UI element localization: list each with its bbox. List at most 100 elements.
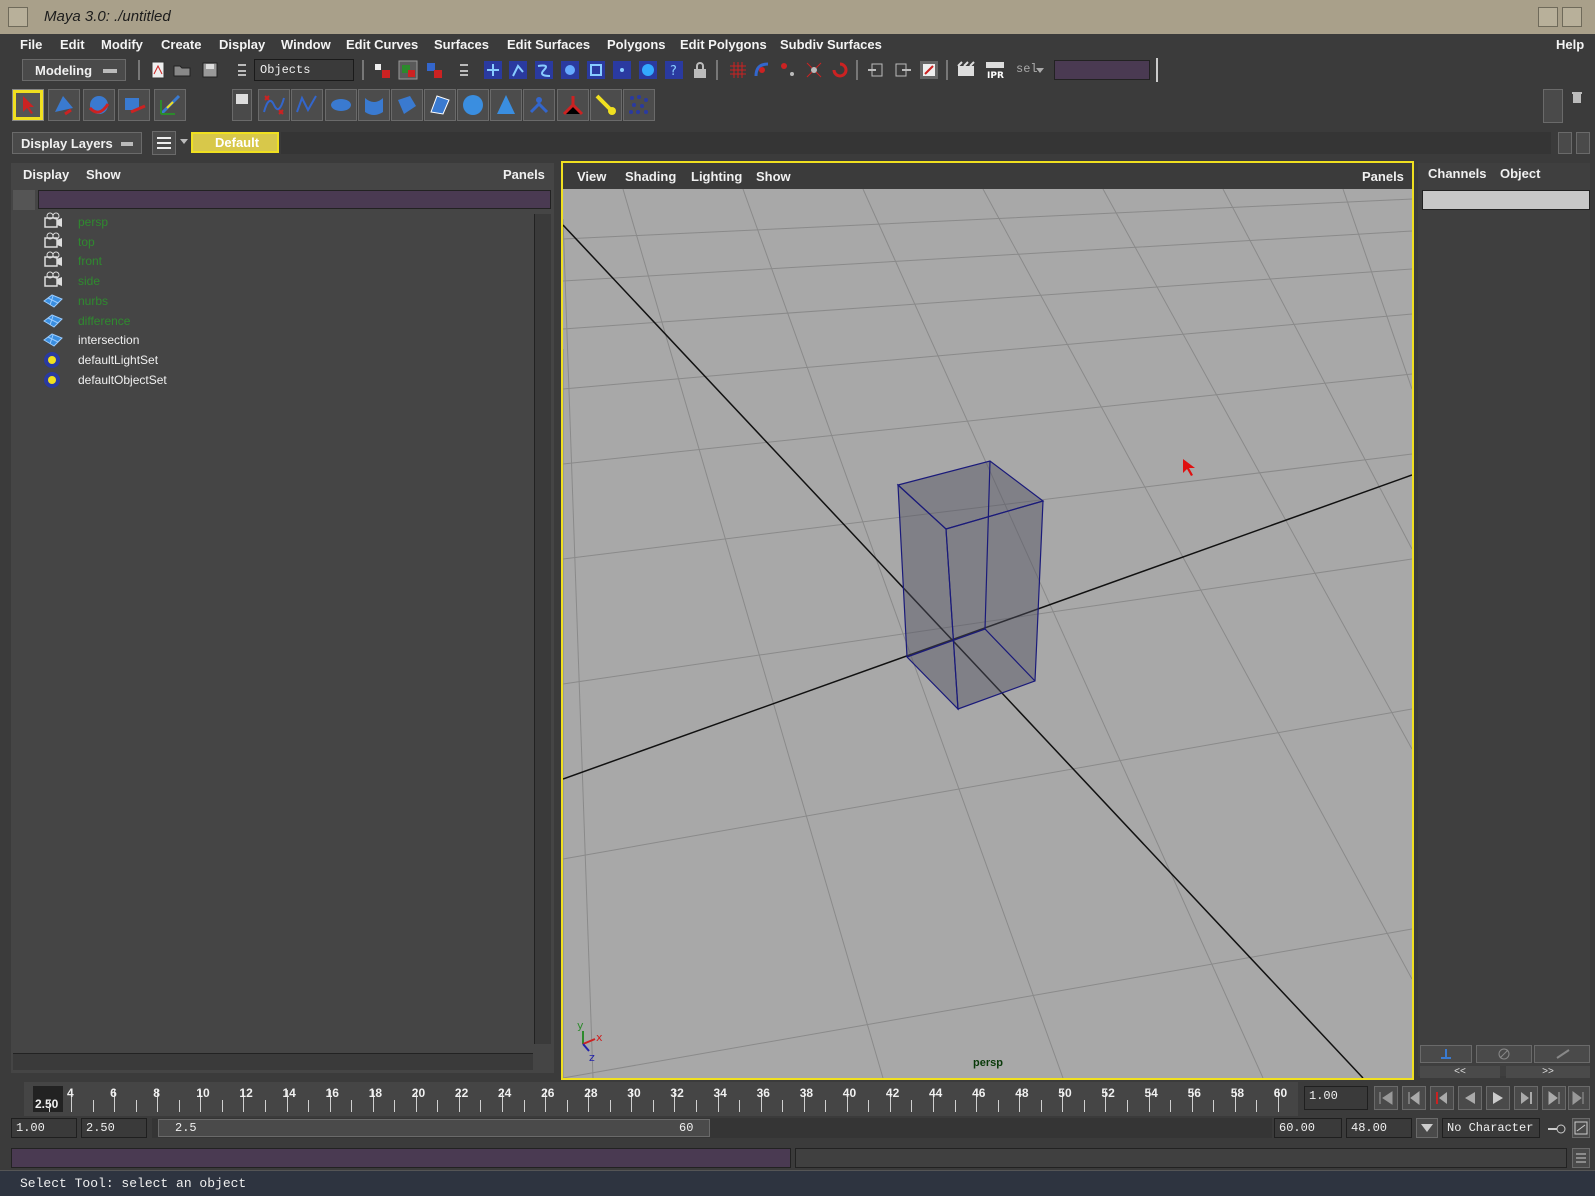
default-layer-button[interactable]: Default <box>191 132 279 153</box>
rotate-tool-button[interactable] <box>118 89 150 121</box>
outliner-item[interactable]: side <box>42 271 100 291</box>
scale-tool-button[interactable] <box>154 89 186 121</box>
layer-menu-button[interactable] <box>152 131 176 155</box>
menu-surfaces[interactable]: Surfaces <box>434 37 489 52</box>
viewport-menu-show[interactable]: Show <box>756 169 791 184</box>
mask-rendering-icon[interactable] <box>638 60 658 80</box>
playback-end-field[interactable]: 60.00 <box>1274 1118 1342 1138</box>
lasso-tool-button[interactable] <box>48 89 80 121</box>
ep-curve-tool-button[interactable] <box>291 89 323 121</box>
outliner-hscroll[interactable] <box>13 1053 533 1070</box>
menu-display[interactable]: Display <box>219 37 265 52</box>
outliner-menu-display[interactable]: Display <box>23 167 69 182</box>
menu-set-dropdown[interactable]: Modeling <box>22 59 126 81</box>
menu-edit-curves[interactable]: Edit Curves <box>346 37 418 52</box>
snap-grid-icon[interactable] <box>728 60 748 80</box>
play-forward-button[interactable] <box>1486 1086 1510 1110</box>
step-forward-key-button[interactable] <box>1542 1086 1566 1110</box>
spot-light-button[interactable] <box>590 89 622 121</box>
channel-next-button[interactable]: >> <box>1506 1066 1590 1078</box>
new-scene-icon[interactable] <box>148 60 168 80</box>
snap-point-icon[interactable] <box>778 60 798 80</box>
snap-view-plane-icon[interactable] <box>804 60 824 80</box>
outliner-item[interactable]: intersection <box>42 330 139 350</box>
mask-handles-icon[interactable] <box>483 60 503 80</box>
menu-edit-surfaces[interactable]: Edit Surfaces <box>507 37 590 52</box>
collapse-icon[interactable] <box>236 60 248 80</box>
start-time-field[interactable]: 1.00 <box>11 1118 77 1138</box>
open-scene-icon[interactable] <box>172 60 192 80</box>
layer-scroll-right[interactable] <box>1576 132 1590 154</box>
viewport-canvas[interactable]: y x z persp <box>563 189 1412 1078</box>
input-ops-icon[interactable] <box>866 60 886 80</box>
menu-edit[interactable]: Edit <box>60 37 85 52</box>
planar-button[interactable] <box>424 89 456 121</box>
outliner-filter-icon[interactable] <box>13 190 35 210</box>
joint-tool-button[interactable] <box>523 89 555 121</box>
select-hierarchy-icon[interactable] <box>372 60 392 80</box>
range-slider-bar[interactable]: 2.5 60 <box>158 1119 710 1137</box>
outliner-filter-field[interactable] <box>38 190 551 209</box>
select-object-icon[interactable] <box>398 60 418 80</box>
display-layers-dropdown[interactable]: Display Layers <box>12 132 142 154</box>
save-scene-icon[interactable] <box>200 60 220 80</box>
outliner-menu-panels[interactable]: Panels <box>503 167 545 182</box>
step-back-frame-button[interactable] <box>1430 1086 1454 1110</box>
output-ops-icon[interactable] <box>893 60 913 80</box>
menu-subdiv-surfaces[interactable]: Subdiv Surfaces <box>780 37 882 52</box>
channel-layout-button-1[interactable] <box>1420 1045 1472 1063</box>
current-frame-field[interactable]: 1.00 <box>1304 1086 1368 1110</box>
step-back-key-button[interactable] <box>1402 1086 1426 1110</box>
go-to-start-button[interactable] <box>1374 1086 1398 1110</box>
sel-dropdown-icon[interactable] <box>1036 68 1044 73</box>
mask-joints-icon[interactable] <box>508 60 528 80</box>
menu-polygons[interactable]: Polygons <box>607 37 666 52</box>
quick-select-field[interactable] <box>1054 60 1150 80</box>
menu-file[interactable]: File <box>20 37 42 52</box>
collapse-icon[interactable] <box>458 60 470 80</box>
viewport-panel[interactable]: View Shading Lighting Show Panels y x z <box>561 161 1414 1080</box>
ik-handle-button[interactable] <box>557 89 589 121</box>
ipr-render-icon[interactable]: IPR <box>984 60 1006 80</box>
character-set-field[interactable]: No Character <box>1442 1118 1540 1138</box>
viewport-menu-panels[interactable]: Panels <box>1362 169 1404 184</box>
trash-icon[interactable] <box>1570 90 1584 104</box>
revolve-button[interactable] <box>325 89 357 121</box>
sphere-button[interactable] <box>457 89 489 121</box>
layer-scroll-left[interactable] <box>1558 132 1572 154</box>
outliner-item[interactable]: defaultLightSet <box>42 350 158 370</box>
menu-window[interactable]: Window <box>281 37 331 52</box>
outliner-vscroll[interactable] <box>534 214 551 1044</box>
shelf-tabs-button[interactable] <box>232 89 252 121</box>
auto-key-icon[interactable] <box>1546 1120 1568 1138</box>
outliner-item[interactable]: top <box>42 232 95 252</box>
command-input[interactable] <box>11 1148 791 1168</box>
select-component-icon[interactable] <box>424 60 444 80</box>
particle-button[interactable] <box>623 89 655 121</box>
cv-curve-tool-button[interactable] <box>258 89 290 121</box>
playback-start-field[interactable]: 2.50 <box>81 1118 147 1138</box>
shelf-scroll[interactable] <box>1543 89 1563 123</box>
channel-layout-button-2[interactable] <box>1476 1045 1532 1063</box>
selection-mode-dropdown[interactable]: Objects <box>254 59 354 81</box>
extrude-button[interactable] <box>391 89 423 121</box>
mask-surfaces-icon[interactable] <box>560 60 580 80</box>
mask-dynamics-icon[interactable] <box>612 60 632 80</box>
mask-deformers-icon[interactable] <box>586 60 606 80</box>
maximize-icon[interactable] <box>1562 7 1582 27</box>
step-forward-frame-button[interactable] <box>1514 1086 1538 1110</box>
layer-dropdown-icon[interactable] <box>180 139 188 144</box>
loft-button[interactable] <box>358 89 390 121</box>
menu-modify[interactable]: Modify <box>101 37 143 52</box>
minimize-icon[interactable] <box>1538 7 1558 27</box>
channel-tab-channels[interactable]: Channels <box>1428 166 1487 181</box>
go-to-end-button[interactable] <box>1568 1086 1590 1110</box>
outliner-item[interactable]: nurbs <box>42 291 108 311</box>
select-tool-button[interactable] <box>12 89 44 121</box>
menu-edit-polygons[interactable]: Edit Polygons <box>680 37 767 52</box>
outliner-item[interactable]: difference <box>42 311 130 331</box>
channel-prev-button[interactable]: << <box>1420 1066 1500 1078</box>
outliner-item[interactable]: persp <box>42 212 108 232</box>
animation-prefs-button[interactable] <box>1572 1118 1590 1138</box>
make-live-icon[interactable] <box>830 60 850 80</box>
